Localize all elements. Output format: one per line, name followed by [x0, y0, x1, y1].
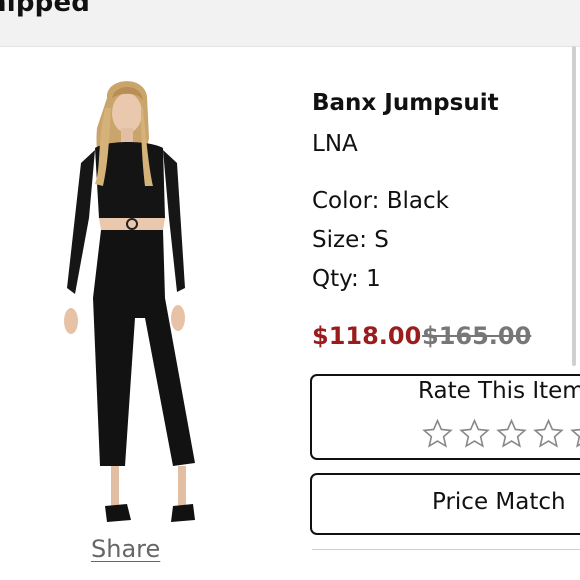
star-icon[interactable] — [493, 418, 530, 450]
divider — [312, 549, 580, 550]
rate-item-title: Rate This Item — [418, 378, 580, 404]
quantity-attribute: Qty: 1 — [312, 266, 381, 292]
star-icon[interactable] — [530, 418, 567, 450]
product-name: Banx Jumpsuit — [312, 90, 499, 116]
top-bar: hipped — [0, 0, 580, 47]
star-rating[interactable] — [419, 418, 580, 450]
original-price: $165.00 — [422, 322, 532, 350]
star-icon[interactable] — [419, 418, 456, 450]
star-icon[interactable] — [567, 418, 580, 450]
sale-price: $118.00 — [312, 322, 422, 350]
product-brand[interactable]: LNA — [312, 131, 358, 157]
price-match-label: Price Match — [432, 489, 566, 515]
scrollbar[interactable] — [572, 46, 576, 366]
price-match-button[interactable]: Price Match — [310, 473, 580, 535]
color-attribute: Color: Black — [312, 188, 449, 214]
rate-item-button[interactable]: Rate This Item — [310, 374, 580, 460]
size-attribute: Size: S — [312, 227, 389, 253]
star-icon[interactable] — [456, 418, 493, 450]
share-link[interactable]: Share — [91, 535, 160, 563]
page-title: hipped — [0, 0, 91, 18]
product-image[interactable] — [45, 68, 215, 538]
